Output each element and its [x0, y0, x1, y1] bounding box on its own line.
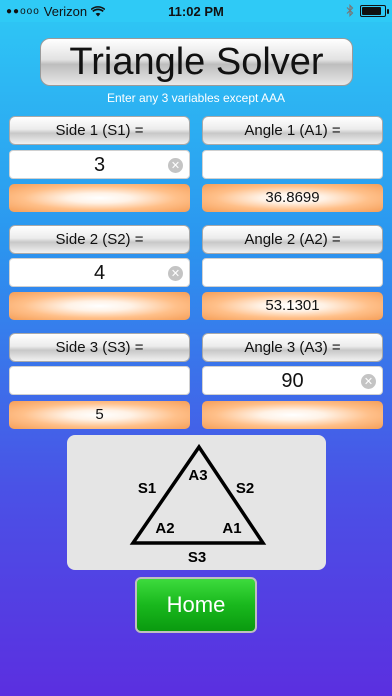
battery-icon — [360, 4, 389, 17]
label-a2: A2 — [155, 520, 174, 537]
bluetooth-icon — [346, 4, 354, 17]
clear-side-1-icon[interactable]: ✕ — [168, 158, 183, 173]
side-1-result — [9, 184, 190, 212]
angle-3-input[interactable]: 90 ✕ — [202, 366, 383, 395]
side-2-value: 4 — [93, 262, 106, 284]
app-title: Triangle Solver — [40, 38, 353, 86]
angle-1-label[interactable]: Angle 1 (A1) = — [202, 116, 383, 145]
angle-2-result: 53.1301 — [202, 292, 383, 320]
side-2-input[interactable]: 4 ✕ — [9, 258, 190, 287]
angle-3-value: 90 — [281, 370, 304, 392]
label-s2: S2 — [236, 480, 254, 497]
status-bar: ●●ooo Verizon 11:02 PM — [0, 0, 392, 22]
triangle-diagram-svg: A3 S1 S2 A2 A1 S3 — [129, 443, 267, 566]
side-1-input[interactable]: 3 ✕ — [9, 150, 190, 179]
angle-2-label[interactable]: Angle 2 (A2) = — [202, 225, 383, 254]
status-time: 11:02 PM — [168, 4, 224, 19]
angle-1-result: 36.8699 — [202, 184, 383, 212]
side-3-input[interactable] — [9, 366, 190, 395]
side-1-value: 3 — [93, 154, 106, 176]
label-s1: S1 — [138, 480, 156, 497]
angle-3-label[interactable]: Angle 3 (A3) = — [202, 333, 383, 362]
side-1-label[interactable]: Side 1 (S1) = — [9, 116, 190, 145]
angle-3-result — [202, 401, 383, 429]
label-a3: A3 — [188, 467, 207, 484]
status-right — [346, 4, 389, 17]
battery-fill — [362, 6, 381, 15]
angle-2-input[interactable] — [202, 258, 383, 287]
label-a1: A1 — [222, 520, 241, 537]
side-2-label[interactable]: Side 2 (S2) = — [9, 225, 190, 254]
triangle-diagram: A3 S1 S2 A2 A1 S3 — [67, 435, 326, 570]
clear-angle-3-icon[interactable]: ✕ — [361, 374, 376, 389]
side-3-result: 5 — [9, 401, 190, 429]
home-button[interactable]: Home — [135, 577, 257, 633]
angle-1-input[interactable] — [202, 150, 383, 179]
side-2-result — [9, 292, 190, 320]
label-s3: S3 — [188, 549, 206, 566]
instructions-text: Enter any 3 variables except AAA — [106, 91, 286, 105]
clear-side-2-icon[interactable]: ✕ — [168, 266, 183, 281]
side-3-label[interactable]: Side 3 (S3) = — [9, 333, 190, 362]
